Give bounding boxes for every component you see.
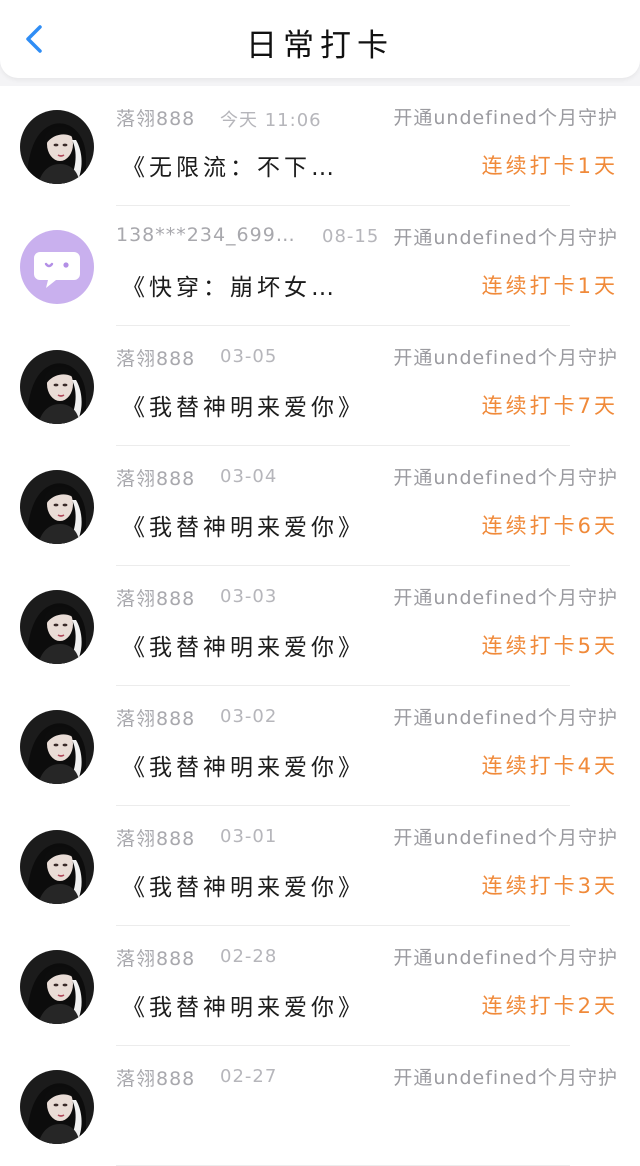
- checkin-time: 03-01: [220, 826, 278, 847]
- streak-label: 连续打卡1天: [481, 154, 618, 178]
- chat-bubble-icon: [20, 230, 94, 304]
- user-name[interactable]: 落翎888: [116, 1064, 195, 1091]
- checkin-row: 落翎888 03-04 开通undefined个月守护 《我替神明来爱你》 连续…: [0, 446, 640, 566]
- top-bar: 日常打卡: [0, 0, 640, 78]
- streak-label: 连续打卡1天: [481, 274, 618, 298]
- checkin-row: 138***234_699… 08-15 开通undefined个月守护 《快穿…: [0, 206, 640, 326]
- portrait-avatar-icon: [20, 470, 94, 544]
- user-name[interactable]: 落翎888: [116, 464, 195, 491]
- checkin-time: 今天 11:06: [220, 110, 322, 131]
- guard-link[interactable]: 开通undefined个月守护: [393, 583, 618, 610]
- portrait-avatar-icon: [20, 710, 94, 784]
- checkin-time: 03-03: [220, 586, 278, 607]
- user-name[interactable]: 落翎888: [116, 104, 195, 131]
- book-title[interactable]: 《我替神明来爱你》: [122, 988, 365, 1022]
- user-name[interactable]: 落翎888: [116, 344, 195, 371]
- user-avatar[interactable]: [20, 950, 94, 1024]
- checkin-time: 08-15: [322, 226, 380, 247]
- checkin-time: 02-27: [220, 1066, 278, 1087]
- guard-link[interactable]: 开通undefined个月守护: [393, 943, 618, 970]
- checkin-time: 02-28: [220, 946, 278, 967]
- user-avatar[interactable]: [20, 1070, 94, 1144]
- user-name[interactable]: 落翎888: [116, 704, 195, 731]
- user-avatar[interactable]: [20, 590, 94, 664]
- guard-link[interactable]: 开通undefined个月守护: [393, 1063, 618, 1090]
- checkin-time: 03-04: [220, 466, 278, 487]
- portrait-avatar-icon: [20, 110, 94, 184]
- checkin-row: 落翎888 03-01 开通undefined个月守护 《我替神明来爱你》 连续…: [0, 806, 640, 926]
- streak-label: 连续打卡3天: [481, 874, 618, 898]
- guard-link[interactable]: 开通undefined个月守护: [393, 223, 618, 250]
- book-title[interactable]: 《快穿：崩坏女…: [122, 268, 338, 302]
- portrait-avatar-icon: [20, 1070, 94, 1144]
- guard-link[interactable]: 开通undefined个月守护: [393, 463, 618, 490]
- book-title[interactable]: 《我替神明来爱你》: [122, 868, 365, 902]
- checkin-row: 落翎888 03-03 开通undefined个月守护 《我替神明来爱你》 连续…: [0, 566, 640, 686]
- checkin-row: 落翎888 今天 11:06 开通undefined个月守护 《无限流：不下… …: [0, 86, 640, 206]
- streak-label: 连续打卡7天: [481, 394, 618, 418]
- checkin-row: 落翎888 02-27 开通undefined个月守护: [0, 1046, 640, 1166]
- user-name[interactable]: 落翎888: [116, 944, 195, 971]
- book-title[interactable]: 《无限流：不下…: [122, 148, 338, 182]
- guard-link[interactable]: 开通undefined个月守护: [393, 343, 618, 370]
- checkin-row: 落翎888 02-28 开通undefined个月守护 《我替神明来爱你》 连续…: [0, 926, 640, 1046]
- user-avatar[interactable]: [20, 110, 94, 184]
- checkin-row: 落翎888 03-05 开通undefined个月守护 《我替神明来爱你》 连续…: [0, 326, 640, 446]
- user-avatar[interactable]: [20, 710, 94, 784]
- portrait-avatar-icon: [20, 590, 94, 664]
- user-name[interactable]: 落翎888: [116, 824, 195, 851]
- user-avatar[interactable]: [20, 230, 94, 304]
- user-avatar[interactable]: [20, 830, 94, 904]
- streak-label: 连续打卡6天: [481, 514, 618, 538]
- portrait-avatar-icon: [20, 350, 94, 424]
- guard-link[interactable]: 开通undefined个月守护: [393, 823, 618, 850]
- user-name[interactable]: 138***234_699…: [116, 224, 296, 246]
- book-title[interactable]: 《我替神明来爱你》: [122, 628, 365, 662]
- book-title[interactable]: 《我替神明来爱你》: [122, 508, 365, 542]
- checkin-time: 03-05: [220, 346, 278, 367]
- checkin-time: 03-02: [220, 706, 278, 727]
- streak-label: 连续打卡5天: [481, 634, 618, 658]
- user-avatar[interactable]: [20, 470, 94, 544]
- guard-link[interactable]: 开通undefined个月守护: [393, 703, 618, 730]
- book-title[interactable]: 《我替神明来爱你》: [122, 388, 365, 422]
- streak-label: 连续打卡4天: [481, 754, 618, 778]
- page-title: 日常打卡: [246, 28, 394, 64]
- guard-link[interactable]: 开通undefined个月守护: [393, 103, 618, 130]
- book-title[interactable]: 《我替神明来爱你》: [122, 748, 365, 782]
- portrait-avatar-icon: [20, 830, 94, 904]
- streak-label: 连续打卡2天: [481, 994, 618, 1018]
- portrait-avatar-icon: [20, 950, 94, 1024]
- user-name[interactable]: 落翎888: [116, 584, 195, 611]
- checkin-list: 落翎888 今天 11:06 开通undefined个月守护 《无限流：不下… …: [0, 86, 640, 1166]
- user-avatar[interactable]: [20, 350, 94, 424]
- checkin-row: 落翎888 03-02 开通undefined个月守护 《我替神明来爱你》 连续…: [0, 686, 640, 806]
